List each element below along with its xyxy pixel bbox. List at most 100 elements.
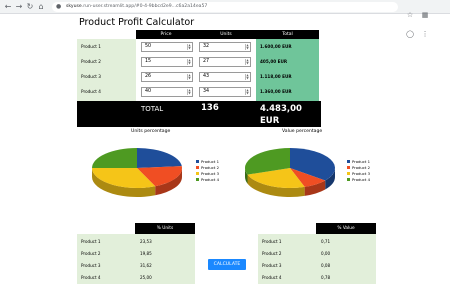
units-input-product-2[interactable]: 27 ▲ ▼ <box>199 57 251 67</box>
price-input-product-3[interactable]: 26 ▲ ▼ <box>141 72 193 82</box>
product-name: Product 3 <box>81 74 101 79</box>
units-percent-value: 19,85 <box>140 251 152 256</box>
legend-swatch <box>196 172 199 175</box>
price-value: 15 <box>145 59 152 64</box>
value-percent-value: 0,08 <box>321 263 331 268</box>
units-value: 43 <box>203 74 210 79</box>
address-bar[interactable]: ● skyuse.run-user.streamlit.app/#0-4-9bb… <box>52 2 398 12</box>
legend-label: Product 2 <box>201 165 220 170</box>
browser-actions: ☆ ▦ ◯ ⋮ <box>404 2 444 38</box>
value-percent-value: 0,71 <box>321 239 331 244</box>
price-value: 40 <box>145 89 152 94</box>
legend-swatch <box>347 178 350 181</box>
legend-swatch <box>196 166 199 169</box>
stepper-icon[interactable]: ▲ ▼ <box>187 59 191 65</box>
product-name: Product 4 <box>81 275 101 280</box>
value-pie-chart <box>245 148 335 197</box>
legend-item: Product 4 <box>347 177 381 183</box>
product-name: Product 3 <box>262 263 282 268</box>
total-header: Total <box>256 30 319 39</box>
units-percent-table: % Units Product 1 23,53 Product 2 19,85 … <box>77 223 195 284</box>
home-icon[interactable]: ⌂ <box>36 2 46 12</box>
value-percent-value: 0,00 <box>321 251 331 256</box>
legend-swatch <box>347 166 350 169</box>
total-amount-value: 4.483,00 <box>260 104 302 114</box>
units-value: 34 <box>203 89 210 94</box>
value-percent-value: 0,78 <box>321 275 331 280</box>
product-name: Product 1 <box>81 44 101 49</box>
inputs-area: 50 ▲ ▼ 32 ▲ ▼ 15 ▲ ▼ 27 ▲ ▼ 26 ▲ ▼ 43 ▲ ▼ 40 ▲ ▼ 34 ▲ ▼ <box>136 39 256 101</box>
value-percent-table: % Value Product 1 0,71 Product 2 0,00 Pr… <box>258 223 376 284</box>
price-input-product-1[interactable]: 50 ▲ ▼ <box>141 42 193 52</box>
price-header: Price <box>136 30 196 39</box>
units-input-product-4[interactable]: 34 ▲ ▼ <box>199 87 251 97</box>
stepper-icon[interactable]: ▲ ▼ <box>187 44 191 50</box>
legend-label: Product 1 <box>201 159 220 164</box>
total-currency: EUR <box>260 116 280 126</box>
units-percent-body: Product 1 23,53 Product 2 19,85 Product … <box>77 234 195 284</box>
value-percent-body: Product 1 0,71 Product 2 0,00 Product 3 … <box>258 234 376 284</box>
calculator-table: Price Units Total Product 1 Product 2 Pr… <box>77 30 321 127</box>
stepper-icon[interactable]: ▲ ▼ <box>187 74 191 80</box>
product-name: Product 2 <box>262 251 282 256</box>
product-name: Product 3 <box>81 263 101 268</box>
stepper-icon[interactable]: ▲ ▼ <box>245 74 249 80</box>
profile-icon[interactable]: ◯ <box>406 30 414 38</box>
legend-swatch <box>347 160 350 163</box>
totals-bar: TOTAL 136 4.483,00 EUR <box>77 101 321 127</box>
units-value: 32 <box>203 44 210 49</box>
product-name: Product 4 <box>262 275 282 280</box>
units-chart-title: Units percentage <box>131 129 171 134</box>
forward-icon[interactable]: → <box>14 2 24 12</box>
stepper-icon[interactable]: ▲ ▼ <box>245 59 249 65</box>
product-name: Product 1 <box>262 239 282 244</box>
browser-toolbar: ← → ↻ ⌂ ● skyuse.run-user.streamlit.app/… <box>0 0 450 38</box>
product-name: Product 1 <box>81 239 101 244</box>
total-label: TOTAL <box>141 105 164 113</box>
units-input-product-3[interactable]: 43 ▲ ▼ <box>199 72 251 82</box>
price-input-product-2[interactable]: 15 ▲ ▼ <box>141 57 193 67</box>
row-total: 1.118,00 EUR <box>260 74 292 79</box>
value-chart-legend: Product 1 Product 2 Product 3 Product 4 <box>347 159 381 183</box>
units-chart-legend: Product 1 Product 2 Product 3 Product 4 <box>196 159 230 183</box>
units-header: Units <box>196 30 256 39</box>
url-host: skyuse <box>66 4 82 9</box>
units-percent-header: % Units <box>135 223 195 234</box>
legend-swatch <box>347 172 350 175</box>
units-percent-value: 23,53 <box>140 239 152 244</box>
price-input-product-4[interactable]: 40 ▲ ▼ <box>141 87 193 97</box>
extensions-icon[interactable]: ▦ <box>421 11 429 19</box>
back-icon[interactable]: ← <box>3 2 13 12</box>
product-name: Product 2 <box>81 251 101 256</box>
pie-slice-product-1 <box>137 148 182 168</box>
row-total: 1.360,00 EUR <box>260 89 292 94</box>
page-title: Product Profit Calculator <box>79 17 195 28</box>
legend-label: Product 3 <box>201 171 220 176</box>
calculate-button[interactable]: CALCULATE <box>208 259 246 270</box>
reload-icon[interactable]: ↻ <box>25 2 35 12</box>
price-value: 26 <box>145 74 152 79</box>
units-input-product-1[interactable]: 32 ▲ ▼ <box>199 42 251 52</box>
legend-label: Product 3 <box>352 171 371 176</box>
pie-slice-product-4 <box>92 148 137 168</box>
legend-label: Product 2 <box>352 165 371 170</box>
totals-column: 1.600,00 EUR 405,00 EUR 1.118,00 EUR 1.3… <box>256 39 319 101</box>
row-total: 1.600,00 EUR <box>260 44 292 49</box>
stepper-icon[interactable]: ▲ ▼ <box>245 44 249 50</box>
legend-label: Product 1 <box>352 159 371 164</box>
lock-icon: ● <box>56 3 62 10</box>
total-amount: 4.483,00 EUR <box>260 103 302 127</box>
total-units: 136 <box>201 103 219 113</box>
row-total: 405,00 EUR <box>260 59 288 64</box>
bookmark-icon[interactable]: ☆ <box>406 11 414 19</box>
stepper-icon[interactable]: ▲ ▼ <box>245 89 249 95</box>
legend-swatch <box>196 160 199 163</box>
menu-icon[interactable]: ⋮ <box>421 30 429 38</box>
legend-label: Product 4 <box>352 177 371 182</box>
value-percent-header: % Value <box>316 223 376 234</box>
price-value: 50 <box>145 44 152 49</box>
url-path: .run-user.streamlit.app/#0-4-9bbcd2e9...… <box>81 4 208 9</box>
units-value: 27 <box>203 59 210 64</box>
product-names-column: Product 1 Product 2 Product 3 Product 4 <box>77 39 136 101</box>
stepper-icon[interactable]: ▲ ▼ <box>187 89 191 95</box>
